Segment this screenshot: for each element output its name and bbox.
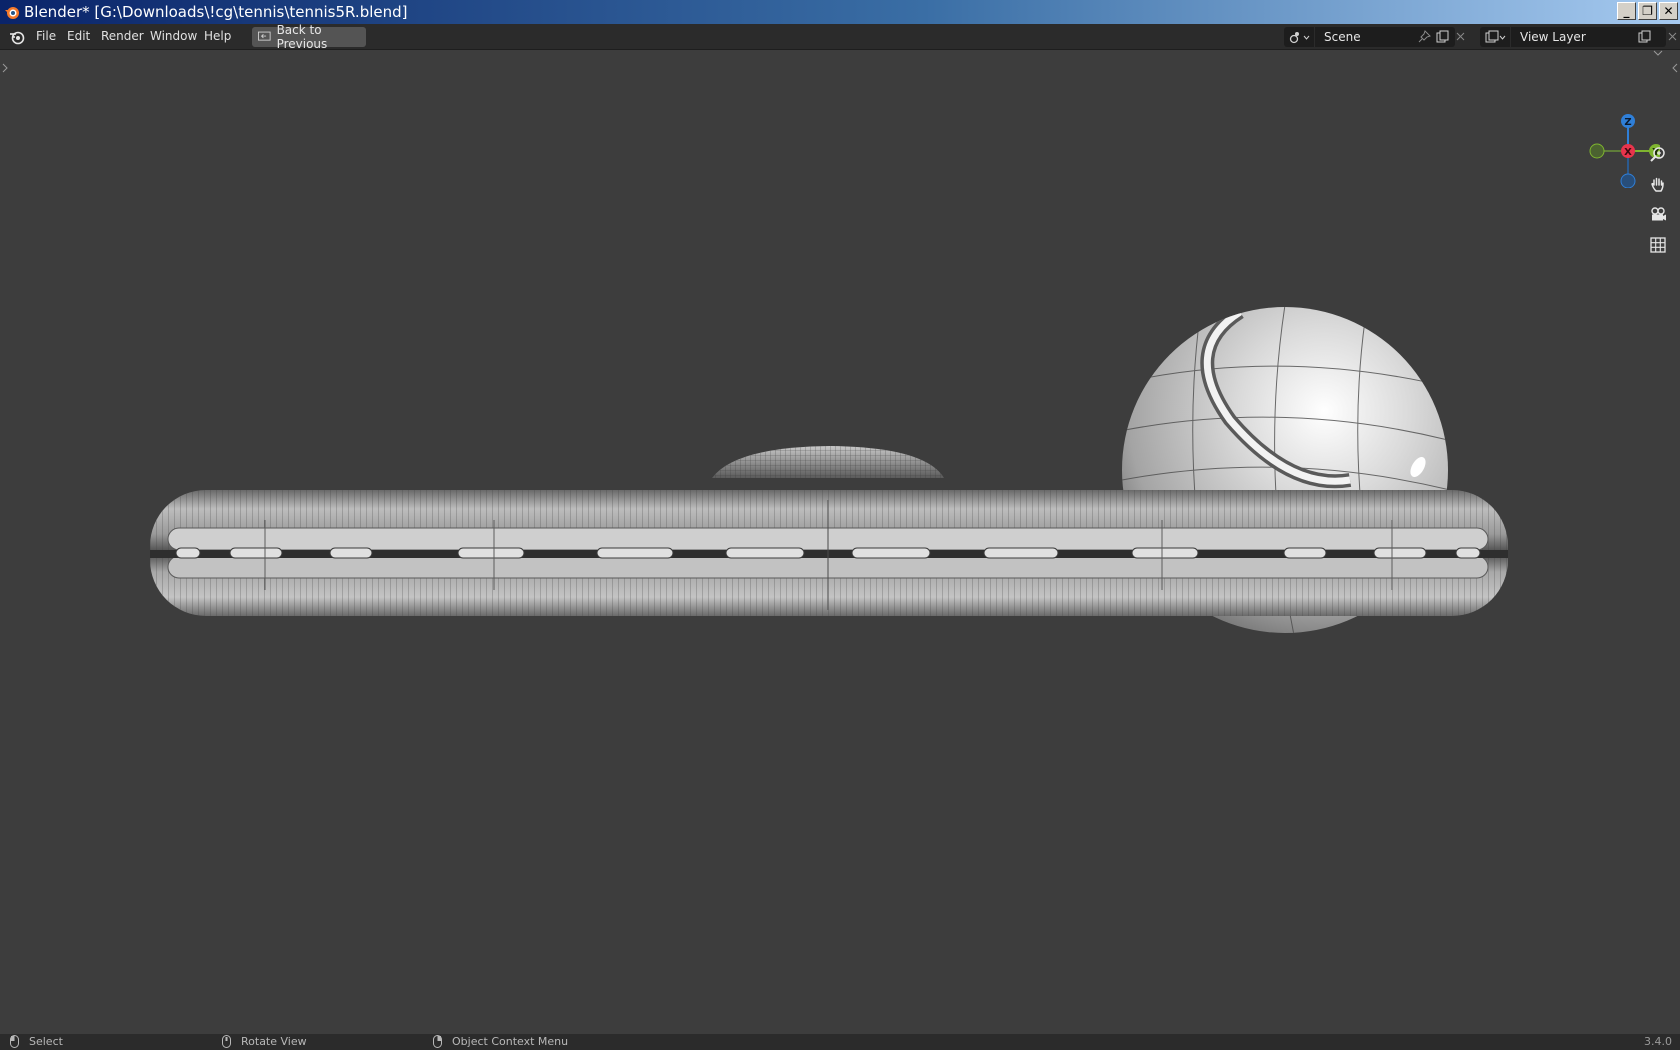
minimize-button[interactable]: _ [1617, 2, 1636, 20]
blender-menu-icon[interactable] [8, 29, 26, 45]
menu-help[interactable]: Help [204, 29, 231, 43]
delete-scene-icon[interactable] [1455, 31, 1466, 42]
zoom-button[interactable] [1645, 142, 1671, 168]
top-menu-bar: File Edit Render Window Help Back to Pre… [0, 23, 1680, 51]
scene-name: Scene [1324, 30, 1361, 44]
view-layer-icon [1485, 30, 1506, 43]
perspective-toggle-button[interactable] [1645, 232, 1671, 258]
status-rotate: Rotate View [222, 1035, 307, 1048]
racket-grip [712, 446, 944, 478]
gizmo-z-label: Z [1624, 117, 1631, 128]
version-label: 3.4.0 [1644, 1035, 1672, 1048]
mouse-middle-icon [222, 1035, 231, 1048]
scene-name-field[interactable]: Scene [1315, 27, 1465, 47]
delete-view-layer-icon[interactable] [1667, 31, 1678, 42]
status-context-menu: Object Context Menu [433, 1035, 568, 1048]
status-rotate-label: Rotate View [241, 1035, 307, 1048]
new-view-layer-icon[interactable] [1638, 30, 1651, 43]
camera-view-button[interactable] [1645, 202, 1671, 228]
window-title: Blender* [G:\Downloads\!cg\tennis\tennis… [24, 3, 408, 21]
gizmo-neg-y-icon[interactable] [1589, 143, 1605, 159]
screen-back-icon [258, 31, 271, 41]
hand-icon [1651, 177, 1664, 192]
status-select: Select [10, 1035, 63, 1048]
mouse-left-icon [10, 1035, 19, 1048]
view-layer-browse-button[interactable] [1480, 27, 1510, 47]
pin-icon[interactable] [1418, 30, 1431, 43]
status-select-label: Select [29, 1035, 63, 1048]
mouse-right-icon [433, 1035, 442, 1048]
viewport-scene[interactable] [0, 50, 1680, 1034]
back-to-previous-button[interactable]: Back to Previous [252, 23, 366, 51]
racket-frame [150, 490, 1508, 616]
blender-logo-icon [5, 7, 19, 19]
gizmo-x-label: X [1624, 147, 1632, 158]
view-layer-name-field[interactable]: View Layer [1511, 27, 1666, 47]
view-layer-name: View Layer [1520, 30, 1586, 44]
restore-button[interactable]: ❐ [1638, 2, 1657, 20]
menu-edit[interactable]: Edit [67, 29, 90, 43]
back-to-previous-label: Back to Previous [276, 23, 328, 51]
window-title-bar: Blender* [G:\Downloads\!cg\tennis\tennis… [0, 0, 1680, 24]
menu-window[interactable]: Window [150, 29, 197, 43]
status-bar: Select Rotate View Object Context Menu 3… [0, 1034, 1680, 1050]
grid-icon [1650, 237, 1666, 253]
gizmo-neg-z-icon[interactable] [1620, 173, 1636, 188]
camera-icon [1651, 207, 1666, 221]
3d-viewport[interactable]: Z Y X [0, 50, 1680, 1034]
menu-file[interactable]: File [36, 29, 56, 43]
pan-button[interactable] [1645, 172, 1671, 198]
new-scene-icon[interactable] [1436, 30, 1449, 43]
menu-render[interactable]: Render [101, 29, 144, 43]
zoom-icon [1650, 147, 1665, 162]
status-context-label: Object Context Menu [452, 1035, 569, 1048]
scene-browse-button[interactable] [1284, 27, 1314, 47]
close-window-button[interactable]: ✕ [1659, 2, 1678, 20]
scene-icon [1289, 32, 1310, 44]
